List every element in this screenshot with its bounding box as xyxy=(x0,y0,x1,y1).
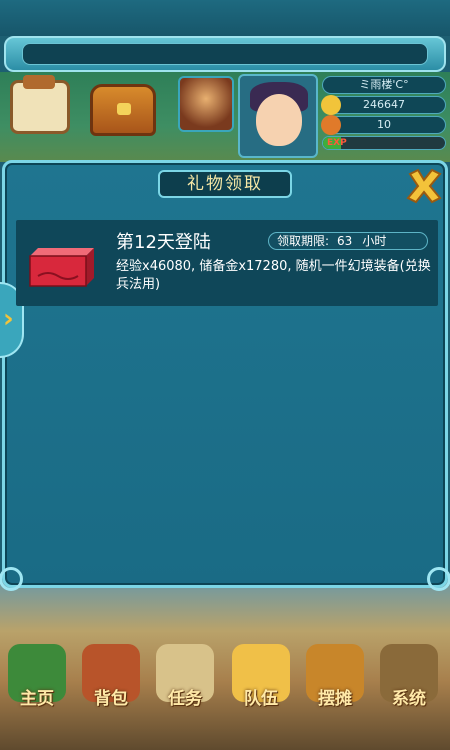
reward-description: 经验x46080, 储备金x17280, 随机一件幻境装备(兑换兵法用) xyxy=(116,259,431,292)
exp-label: EXP xyxy=(327,138,347,148)
red-gift-box-icon xyxy=(24,244,96,290)
avatar[interactable] xyxy=(238,74,318,158)
menu-item-label: 背包 xyxy=(94,689,128,709)
menu-item-label: 摆摊 xyxy=(318,689,352,709)
menu-item-1[interactable]: 背包 xyxy=(76,640,146,744)
menu-item-label: 任务 xyxy=(168,689,202,709)
deadline-value: 63 xyxy=(337,234,353,248)
close-x-icon xyxy=(406,168,442,204)
menu-item-4[interactable]: 摆摊 xyxy=(300,640,370,744)
menu-item-label: 队伍 xyxy=(244,689,278,709)
menu-item-5[interactable]: 系统 xyxy=(374,640,444,744)
chevron-right-icon: › xyxy=(3,304,14,334)
dialog-title: 礼物领取 xyxy=(187,174,263,194)
reward-title: 第12天登陆 xyxy=(116,232,211,253)
menu-item-label: 主页 xyxy=(20,689,54,709)
deadline-badge: 领取期限: 63 小时 xyxy=(268,232,428,250)
menu-item-2[interactable]: 任务 xyxy=(150,640,220,744)
dialog-title-plate: 礼物领取 xyxy=(158,170,292,198)
treasure-chest-icon[interactable] xyxy=(90,84,156,136)
level-row: 10 xyxy=(321,115,446,135)
close-button[interactable] xyxy=(404,166,444,206)
currency-value: 246647 xyxy=(363,98,405,111)
top-info-bar xyxy=(4,36,446,72)
exp-bar: EXP xyxy=(322,136,446,150)
bottom-menu: 主页 背包 任务 队伍 摆摊 系统 xyxy=(0,640,450,750)
calendar-icon[interactable] xyxy=(10,75,70,134)
menu-item-3[interactable]: 队伍 xyxy=(226,640,296,744)
level-icon xyxy=(321,115,341,135)
menu-item-0[interactable]: 主页 xyxy=(2,640,72,744)
deadline-label: 领取期限: xyxy=(277,234,330,248)
currency-row: 246647 xyxy=(321,95,446,115)
player-stats-panel: ミ雨楼'C° 246647 10 EXP xyxy=(321,74,446,158)
top-background xyxy=(0,0,450,36)
gold-coin-icon xyxy=(321,95,341,115)
player-name: ミ雨楼'C° xyxy=(322,76,446,94)
general-portrait[interactable] xyxy=(178,76,234,132)
menu-item-label: 系统 xyxy=(392,689,426,709)
level-value: 10 xyxy=(377,118,391,131)
deadline-unit: 小时 xyxy=(362,234,387,248)
